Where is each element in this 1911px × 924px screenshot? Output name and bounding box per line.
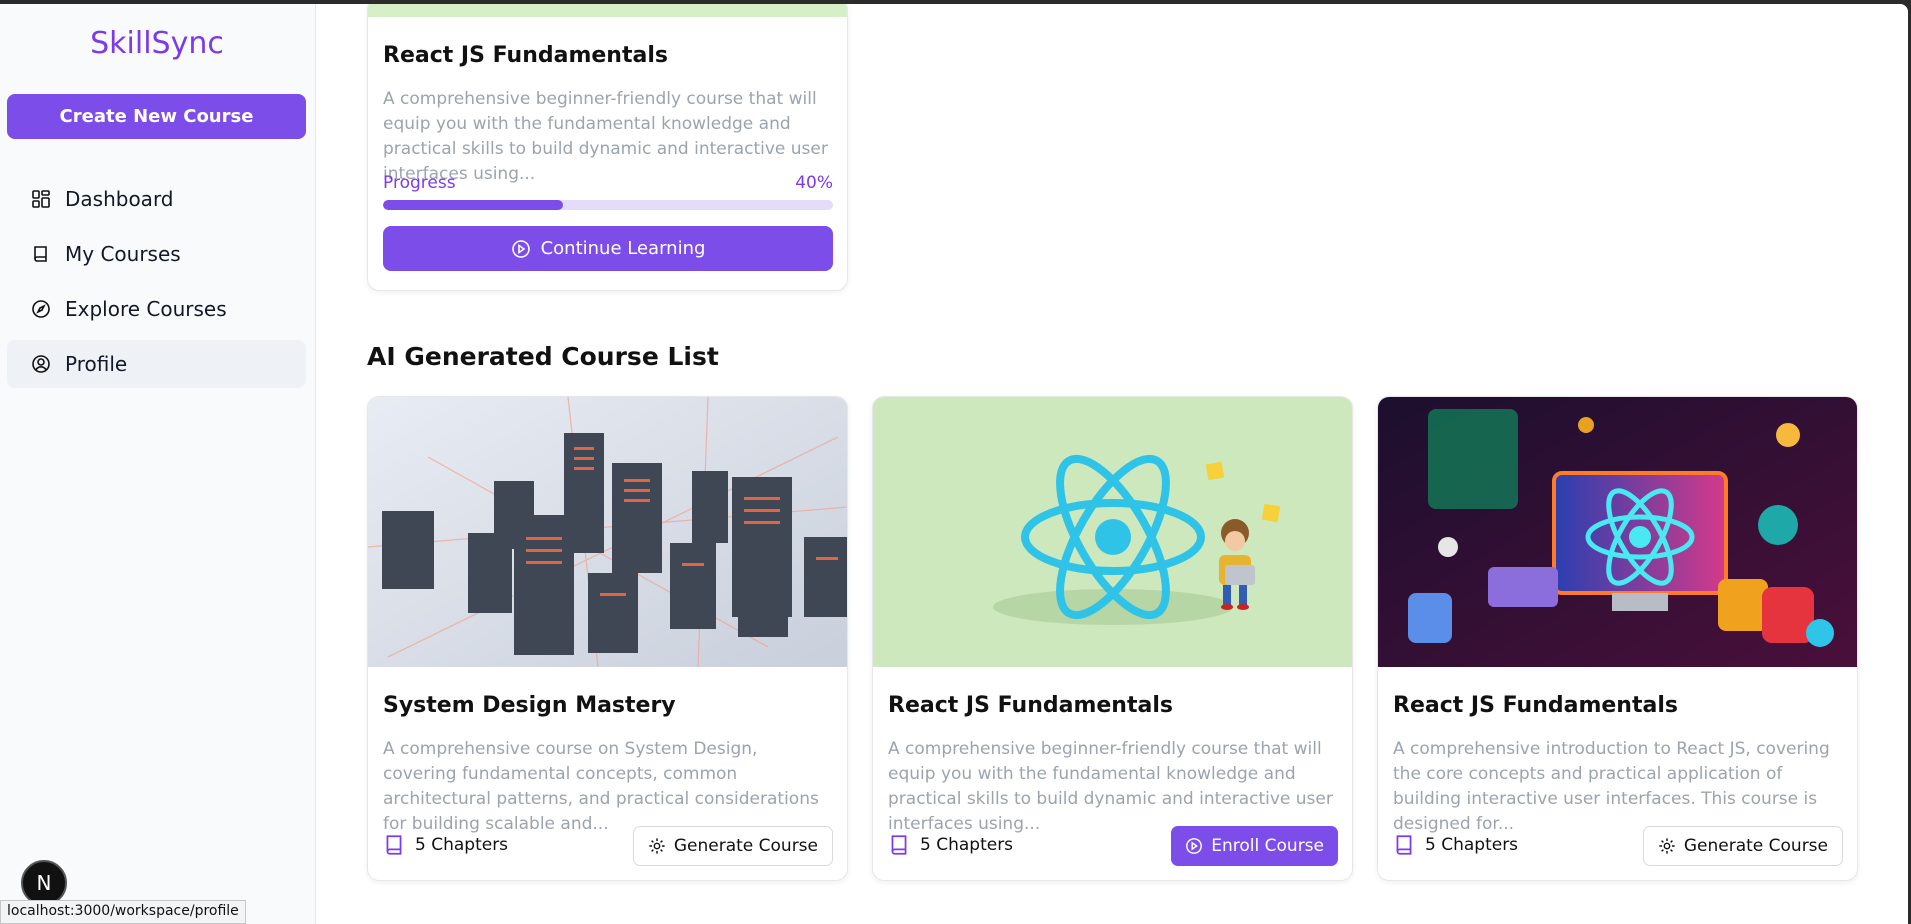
chapter-count-label: 5 Chapters [415,835,509,855]
course-description: A comprehensive introduction to React JS… [1393,739,1830,834]
scrollbar[interactable] [1900,4,1908,924]
enroll-course-button[interactable]: Enroll Course [1171,826,1338,866]
continue-learning-button[interactable]: Continue Learning [383,226,833,271]
book-icon [1396,835,1412,855]
create-new-course-button[interactable]: Create New Course [7,94,306,139]
course-title: React JS Fundamentals [888,693,1173,718]
course-title: System Design Mastery [383,693,676,718]
book-icon [386,835,402,855]
button-label: Generate Course [673,836,818,856]
progress-label: Progress [383,173,456,193]
section-title: AI Generated Course List [367,342,719,371]
course-title: React JS Fundamentals [1393,693,1678,718]
sidebar-item-label: My Courses [65,242,181,266]
course-thumbnail-edge [368,4,847,17]
sidebar-item-my-courses[interactable]: My Courses [7,230,306,278]
sidebar-item-label: Dashboard [65,187,174,211]
course-thumbnail-react-neon [1378,397,1857,667]
user-circle-icon [32,355,50,373]
sidebar-item-explore-courses[interactable]: Explore Courses [7,285,306,333]
progress-bar-fill [383,200,563,210]
chapter-count-label: 5 Chapters [920,835,1014,855]
enrolled-course-card: React JS Fundamentals A comprehensive be… [367,4,848,291]
generate-course-button[interactable]: Generate Course [632,826,833,866]
app-window: SkillSync Create New Course Dashboard My… [0,4,1908,924]
course-description: A comprehensive beginner-friendly course… [888,739,1333,834]
button-label: Enroll Course [1211,836,1324,856]
chapter-count-label: 5 Chapters [1425,835,1519,855]
course-card[interactable]: System Design Mastery A comprehensive co… [367,396,848,881]
course-card[interactable]: React JS Fundamentals A comprehensive in… [1377,396,1858,881]
course-description: A comprehensive beginner-friendly course… [383,89,828,184]
dashboard-icon [32,190,50,208]
play-circle-icon [1186,838,1203,854]
sidebar-item-label: Profile [65,352,128,376]
course-description: A comprehensive course on System Design,… [383,739,819,834]
progress-value: 40% [795,173,833,193]
course-card[interactable]: React JS Fundamentals A comprehensive be… [872,396,1353,881]
sidebar-item-label: Explore Courses [65,297,227,321]
book-icon [891,835,907,855]
sidebar: SkillSync Create New Course Dashboard My… [0,4,316,924]
chapter-count: 5 Chapters [383,833,508,857]
course-thumbnail-system-design [368,397,847,667]
generate-course-button[interactable]: Generate Course [1642,826,1843,866]
main-content: React JS Fundamentals A comprehensive be… [317,4,1908,924]
book-icon [34,246,47,262]
sidebar-item-dashboard[interactable]: Dashboard [7,175,306,223]
play-circle-icon [511,239,530,258]
button-label: Continue Learning [540,238,706,259]
gear-icon [649,838,665,854]
chapter-count: 5 Chapters [1393,833,1518,857]
course-title: React JS Fundamentals [383,43,668,68]
sidebar-item-profile[interactable]: Profile [7,340,306,388]
progress-bar [383,200,833,210]
button-label: Generate Course [1683,836,1828,856]
compass-icon [32,300,50,318]
brand-logo[interactable]: SkillSync [0,26,314,61]
course-thumbnail-react [873,397,1352,667]
gear-icon [1659,838,1675,854]
chapter-count: 5 Chapters [888,833,1013,857]
status-bar-url: localhost:3000/workspace/profile [0,900,246,924]
